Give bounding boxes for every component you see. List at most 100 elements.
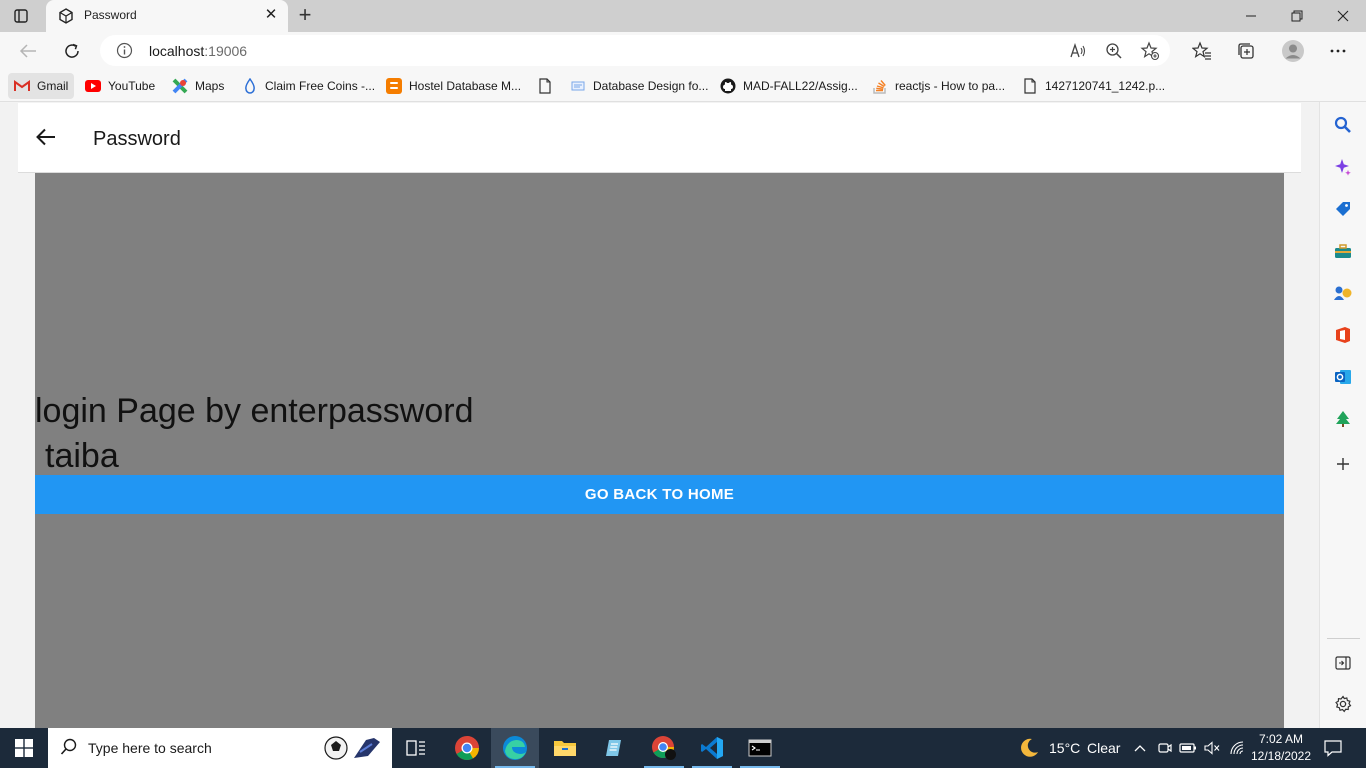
weather-temp[interactable]: 15°C bbox=[1049, 740, 1080, 756]
chrome-icon[interactable] bbox=[443, 728, 491, 768]
windows-start-icon[interactable] bbox=[0, 728, 48, 768]
bookmark-youtube[interactable]: YouTube bbox=[81, 73, 159, 99]
layout-icon[interactable] bbox=[1332, 652, 1354, 674]
volume-muted-icon[interactable] bbox=[1203, 738, 1221, 758]
notepad-icon[interactable] bbox=[590, 728, 638, 768]
refresh-icon[interactable] bbox=[61, 40, 83, 62]
app-screen: login Page by enterpassword taiba GO BAC… bbox=[35, 173, 1284, 728]
wifi-icon[interactable] bbox=[1228, 738, 1246, 758]
page-viewport: Password login Page by enterpassword tai… bbox=[0, 103, 1319, 728]
chevron-up-icon[interactable] bbox=[1131, 738, 1149, 758]
gmail-icon bbox=[14, 78, 30, 94]
info-icon[interactable] bbox=[116, 42, 133, 59]
weather-condition[interactable]: Clear bbox=[1087, 740, 1120, 756]
youtube-icon bbox=[85, 78, 101, 94]
task-view-icon[interactable] bbox=[392, 728, 440, 768]
bookmark-label: YouTube bbox=[108, 79, 156, 93]
terminal-icon[interactable] bbox=[736, 728, 784, 768]
search-placeholder: Type here to search bbox=[88, 740, 212, 756]
close-window-button[interactable] bbox=[1320, 0, 1366, 32]
back-arrow-icon[interactable] bbox=[36, 128, 58, 148]
bookmark-label: Database Design fo... bbox=[593, 79, 709, 93]
office-icon[interactable] bbox=[1332, 324, 1354, 346]
login-headline: login Page by enterpassword bbox=[35, 392, 474, 430]
taskbar-search-box[interactable]: Type here to search bbox=[48, 728, 392, 768]
zoom-icon[interactable] bbox=[1104, 41, 1124, 61]
toolbox-icon[interactable] bbox=[1332, 240, 1354, 262]
github-icon bbox=[720, 78, 736, 94]
bookmark-label: 1427120741_1242.p... bbox=[1045, 79, 1166, 93]
bookmark-page[interactable] bbox=[533, 73, 557, 99]
search-icon[interactable] bbox=[1332, 114, 1354, 136]
bookmark-gmail[interactable]: Gmail bbox=[8, 73, 75, 99]
moon-weather-icon[interactable] bbox=[1016, 736, 1042, 760]
url-text[interactable]: localhost:19006 bbox=[149, 43, 247, 59]
chrome-profile-icon[interactable] bbox=[640, 728, 688, 768]
go-back-home-button[interactable]: GO BACK TO HOME bbox=[35, 475, 1284, 514]
restore-button[interactable] bbox=[1274, 0, 1320, 32]
droplet-icon bbox=[242, 78, 258, 94]
bookmark-database-design[interactable]: Database Design fo... bbox=[566, 73, 712, 99]
tab-close-icon[interactable]: ✕ bbox=[262, 6, 280, 24]
maps-icon bbox=[172, 78, 188, 94]
edge-sidebar bbox=[1319, 102, 1366, 728]
bookmarks-bar: Gmail YouTube Maps Claim Free Coins -...… bbox=[0, 70, 1366, 102]
page-title: Password bbox=[93, 128, 181, 150]
sidebar-divider bbox=[1327, 638, 1360, 639]
notifications-icon[interactable] bbox=[1323, 738, 1343, 758]
bookmark-label: Gmail bbox=[37, 79, 69, 93]
page-icon bbox=[537, 78, 553, 94]
tab-title: Password bbox=[84, 8, 137, 22]
bookmark-maps[interactable]: Maps bbox=[168, 73, 228, 99]
bookmark-label: Maps bbox=[195, 79, 225, 93]
bookmark-hostel-database[interactable]: Hostel Database M... bbox=[382, 73, 525, 99]
outlook-icon[interactable] bbox=[1332, 366, 1354, 388]
read-aloud-icon[interactable] bbox=[1068, 41, 1088, 61]
bookmark-label: Claim Free Coins -... bbox=[265, 79, 376, 93]
bookmark-mad-fall22[interactable]: MAD-FALL22/Assig... bbox=[716, 73, 862, 99]
address-bar[interactable]: localhost:19006 bbox=[100, 35, 1170, 66]
bookmark-reactjs[interactable]: reactjs - How to pa... bbox=[868, 73, 1009, 99]
profile-avatar[interactable] bbox=[1280, 38, 1306, 64]
page-icon bbox=[1022, 78, 1038, 94]
browser-toolbar: localhost:19006 bbox=[0, 32, 1366, 70]
search-icon bbox=[60, 738, 80, 758]
windows-taskbar: Type here to search 15°C Clear 7:02 AM 1… bbox=[0, 728, 1366, 768]
collections-icon[interactable] bbox=[1235, 40, 1257, 62]
tab-actions-icon[interactable] bbox=[10, 6, 32, 26]
stackoverflow-icon bbox=[872, 78, 888, 94]
games-icon[interactable] bbox=[1332, 282, 1354, 304]
favorites-icon[interactable] bbox=[1191, 40, 1213, 62]
new-tab-button[interactable]: + bbox=[294, 4, 316, 27]
add-icon[interactable] bbox=[1332, 453, 1354, 475]
tag-icon[interactable] bbox=[1332, 198, 1354, 220]
settings-icon[interactable] bbox=[1332, 693, 1354, 715]
add-favorite-icon[interactable] bbox=[1140, 41, 1160, 61]
url-host: localhost bbox=[149, 43, 205, 59]
system-clock[interactable]: 7:02 AM 12/18/2022 bbox=[1246, 731, 1316, 765]
bookmark-pdf-file[interactable]: 1427120741_1242.p... bbox=[1018, 73, 1169, 99]
file-explorer-icon[interactable] bbox=[541, 728, 589, 768]
bookmark-label: Hostel Database M... bbox=[409, 79, 522, 93]
meet-now-icon[interactable] bbox=[1156, 738, 1174, 758]
minimize-button[interactable] bbox=[1228, 0, 1274, 32]
edge-icon[interactable] bbox=[491, 728, 539, 768]
battery-icon[interactable] bbox=[1179, 738, 1197, 758]
tree-icon[interactable] bbox=[1332, 408, 1354, 430]
active-tab[interactable]: Password ✕ bbox=[46, 0, 288, 32]
bookmark-label: MAD-FALL22/Assig... bbox=[743, 79, 858, 93]
back-arrow-icon[interactable] bbox=[17, 40, 39, 62]
url-port: :19006 bbox=[204, 43, 248, 59]
clock-date: 12/18/2022 bbox=[1250, 749, 1312, 763]
more-menu-icon[interactable] bbox=[1327, 40, 1349, 62]
app-cube-icon bbox=[58, 8, 74, 24]
sparkle-icon[interactable] bbox=[1332, 156, 1354, 178]
clock-time: 7:02 AM bbox=[1258, 732, 1304, 746]
search-highlight-icon bbox=[324, 734, 384, 762]
blogger-icon bbox=[386, 78, 402, 94]
vscode-icon[interactable] bbox=[688, 728, 736, 768]
bookmark-claim-free-coins[interactable]: Claim Free Coins -... bbox=[238, 73, 379, 99]
doc-icon bbox=[570, 78, 586, 94]
tab-strip: Password ✕ + bbox=[0, 0, 1366, 32]
app-header: Password bbox=[18, 103, 1301, 173]
